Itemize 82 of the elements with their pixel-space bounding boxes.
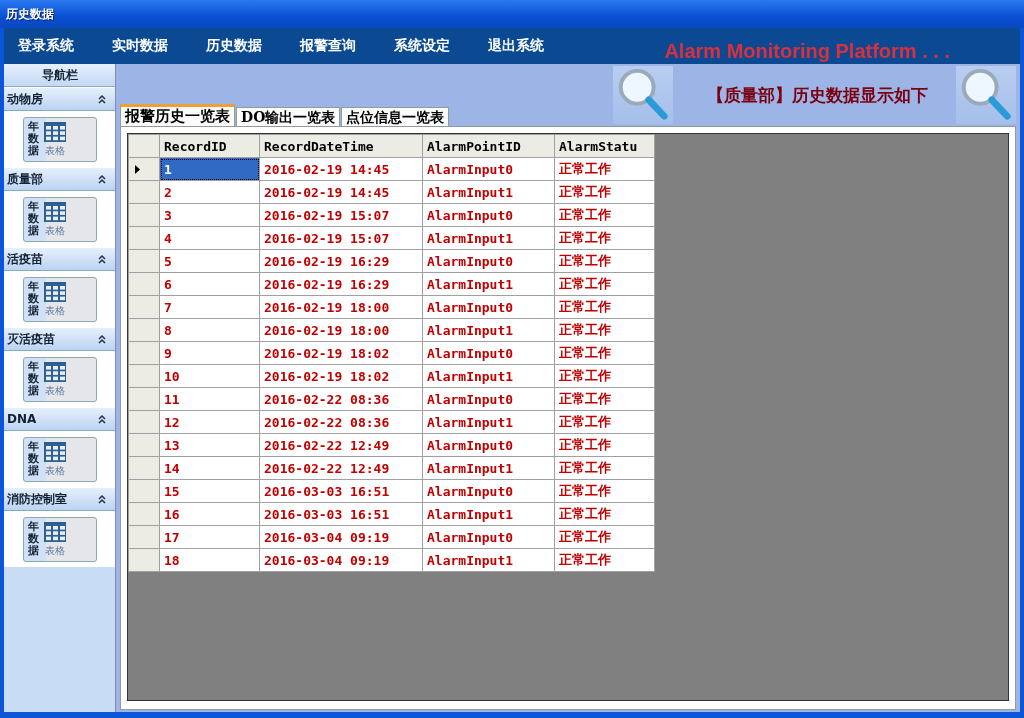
sidebar-group-header[interactable]: 质量部 bbox=[4, 167, 115, 191]
column-header[interactable]: AlarmStatu bbox=[554, 134, 655, 158]
table-cell: AlarmInput1 bbox=[422, 410, 555, 434]
table-cell: 2016-02-19 18:00 bbox=[259, 295, 423, 319]
current-row-icon bbox=[135, 164, 140, 174]
grid-icon bbox=[42, 440, 67, 463]
column-header[interactable]: RecordID bbox=[159, 134, 260, 158]
sidebar-title: 导航栏 bbox=[4, 64, 115, 87]
sidebar-group-header[interactable]: 活疫苗 bbox=[4, 247, 115, 271]
table-cell: AlarmInput1 bbox=[422, 318, 555, 342]
table-cell: AlarmInput0 bbox=[422, 249, 555, 273]
grid-icon bbox=[42, 360, 67, 383]
table-cell: AlarmInput0 bbox=[422, 295, 555, 319]
menu-item[interactable]: 退出系统 bbox=[488, 37, 544, 55]
table-cell: AlarmInput0 bbox=[422, 387, 555, 411]
group-name: 质量部 bbox=[7, 170, 43, 188]
table-cell: 2016-02-22 12:49 bbox=[259, 433, 423, 457]
table-tile-button[interactable]: 年数据 表格 bbox=[22, 276, 97, 322]
grid-icon bbox=[42, 200, 67, 223]
table-cell: AlarmInput0 bbox=[422, 525, 555, 549]
table-cell: AlarmInput1 bbox=[422, 180, 555, 204]
table-cell: 2016-02-19 18:02 bbox=[259, 364, 423, 388]
grid-icon bbox=[42, 120, 67, 143]
table-cell: AlarmInput1 bbox=[422, 364, 555, 388]
table-cell: 2016-02-19 16:29 bbox=[259, 272, 423, 296]
magnifier-icon bbox=[956, 66, 1016, 124]
table-cell: 2016-02-19 16:29 bbox=[259, 249, 423, 273]
tab[interactable]: DO输出一览表 bbox=[236, 107, 341, 126]
table-cell: AlarmInput0 bbox=[422, 341, 555, 365]
table-cell: 2016-02-19 18:02 bbox=[259, 341, 423, 365]
table-cell: AlarmInput0 bbox=[422, 157, 555, 181]
grid-icon bbox=[42, 280, 67, 303]
sidebar-group-header[interactable]: 消防控制室 bbox=[4, 487, 115, 511]
grid-icon bbox=[42, 520, 67, 543]
group-name: 灭活疫苗 bbox=[7, 330, 55, 348]
table-cell: AlarmInput0 bbox=[422, 479, 555, 503]
table-cell: AlarmInput0 bbox=[422, 433, 555, 457]
menu-item[interactable]: 报警查询 bbox=[300, 37, 356, 55]
table-cell: 2016-02-22 08:36 bbox=[259, 387, 423, 411]
table-cell: AlarmInput1 bbox=[422, 272, 555, 296]
table-cell: AlarmInput1 bbox=[422, 548, 555, 572]
table-cell: AlarmInput1 bbox=[422, 502, 555, 526]
group-name: 动物房 bbox=[7, 90, 43, 108]
group-name: 活疫苗 bbox=[7, 250, 43, 268]
table-cell: 2016-03-03 16:51 bbox=[259, 502, 423, 526]
table-tile-button[interactable]: 年数据 表格 bbox=[22, 116, 97, 162]
table-cell: 2016-02-19 14:45 bbox=[259, 180, 423, 204]
table-tile-button[interactable]: 年数据 表格 bbox=[22, 516, 97, 562]
sidebar-group-header[interactable]: 动物房 bbox=[4, 87, 115, 111]
table-cell: 2016-02-19 15:07 bbox=[259, 203, 423, 227]
table-tile-button[interactable]: 年数据 表格 bbox=[22, 436, 97, 482]
menu-item[interactable]: 实时数据 bbox=[112, 37, 168, 55]
menu-item[interactable]: 登录系统 bbox=[18, 37, 74, 55]
tab[interactable]: 点位信息一览表 bbox=[341, 107, 450, 126]
sidebar-group-header[interactable]: DNA bbox=[4, 407, 115, 431]
sidebar-group-header[interactable]: 灭活疫苗 bbox=[4, 327, 115, 351]
platform-title: Alarm Monitoring Platform . . . bbox=[664, 39, 950, 63]
group-name: DNA bbox=[7, 412, 37, 426]
header-text: 【质量部】历史数据显示如下 bbox=[707, 83, 928, 107]
table-cell: 2016-02-19 15:07 bbox=[259, 226, 423, 250]
table-cell: 2016-02-22 08:36 bbox=[259, 410, 423, 434]
tab[interactable]: 报警历史一览表 bbox=[120, 104, 235, 126]
column-header[interactable]: RecordDateTime bbox=[259, 134, 423, 158]
column-header[interactable]: AlarmPointID bbox=[422, 134, 555, 158]
table-cell: 2016-02-22 12:49 bbox=[259, 456, 423, 480]
table-cell: AlarmInput1 bbox=[422, 456, 555, 480]
menu-item[interactable]: 系统设定 bbox=[394, 37, 450, 55]
window-title: 历史数据 bbox=[6, 5, 54, 23]
row-header[interactable] bbox=[128, 157, 160, 181]
table-cell: 2016-03-04 09:19 bbox=[259, 525, 423, 549]
table-tile-button[interactable]: 年数据 表格 bbox=[22, 356, 97, 402]
table-cell: AlarmInput1 bbox=[422, 226, 555, 250]
table-cell: 2016-03-03 16:51 bbox=[259, 479, 423, 503]
group-name: 消防控制室 bbox=[7, 490, 67, 508]
magnifier-icon bbox=[613, 66, 673, 124]
row-header bbox=[128, 134, 160, 158]
table-cell: 2016-03-04 09:19 bbox=[259, 548, 423, 572]
menu-item[interactable]: 历史数据 bbox=[206, 37, 262, 55]
table-cell: AlarmInput0 bbox=[422, 203, 555, 227]
table-cell: 2016-02-19 14:45 bbox=[259, 157, 423, 181]
table-tile-button[interactable]: 年数据 表格 bbox=[22, 196, 97, 242]
table-cell: 2016-02-19 18:00 bbox=[259, 318, 423, 342]
